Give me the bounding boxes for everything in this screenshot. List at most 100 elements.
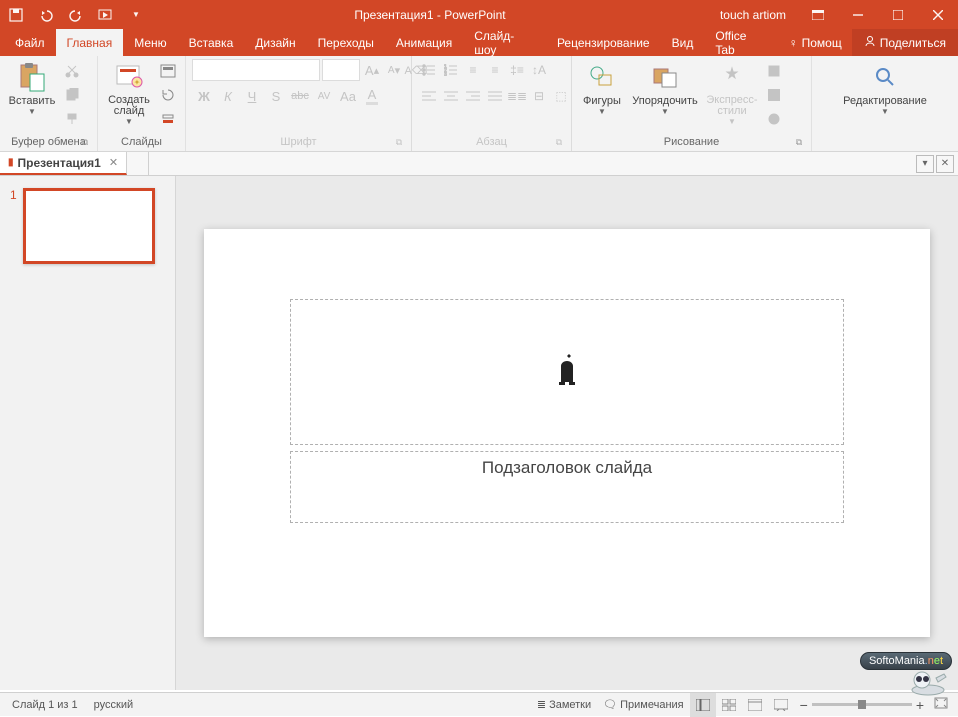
align-right-icon[interactable]	[462, 85, 484, 107]
increase-indent-icon[interactable]: ≡	[484, 59, 506, 81]
share-button[interactable]: Поделиться	[852, 29, 958, 56]
undo-icon[interactable]	[38, 7, 54, 23]
qat-dropdown-icon[interactable]: ▼	[128, 7, 144, 23]
powerpoint-file-icon: ▮	[8, 157, 14, 168]
search-icon	[869, 61, 901, 93]
line-spacing-icon[interactable]: ‡≡	[506, 59, 528, 81]
zoom-in-icon[interactable]: +	[916, 697, 924, 713]
close-tab-icon[interactable]: ✕	[109, 156, 118, 169]
tab-view[interactable]: Вид	[661, 29, 705, 56]
save-icon[interactable]	[8, 7, 24, 23]
underline-button[interactable]: Ч	[240, 85, 264, 107]
font-size-select[interactable]	[322, 59, 360, 81]
tab-slideshow[interactable]: Слайд-шоу	[463, 29, 546, 56]
paste-button[interactable]: Вставить ▼	[6, 59, 58, 116]
cut-icon[interactable]	[62, 61, 82, 81]
new-slide-button[interactable]: ✦ Создать слайд ▼	[104, 59, 154, 126]
align-center-icon[interactable]	[440, 85, 462, 107]
launcher-icon[interactable]: ⧉	[793, 135, 805, 147]
tab-insert[interactable]: Вставка	[178, 29, 245, 56]
reset-icon[interactable]	[158, 85, 178, 105]
shadow-button[interactable]: S	[264, 85, 288, 107]
launcher-icon[interactable]: ⧉	[393, 135, 405, 147]
smartart-icon[interactable]: ⬚	[550, 85, 572, 107]
user-name[interactable]: touch artiom	[708, 8, 798, 22]
copy-icon[interactable]	[62, 85, 82, 105]
window-title: Презентация1 - PowerPoint	[152, 8, 708, 22]
arrange-button[interactable]: Упорядочить▼	[630, 59, 700, 116]
minimize-icon[interactable]	[838, 0, 878, 29]
section-icon[interactable]	[158, 109, 178, 129]
char-spacing-button[interactable]: AV	[312, 85, 336, 107]
tab-file[interactable]: Файл	[4, 29, 56, 56]
align-text-icon[interactable]: ⊟	[528, 85, 550, 107]
ribbon: Вставить ▼ Буфер обмена⧉ ✦ Создать слайд…	[0, 56, 958, 152]
comments-button[interactable]: 🗨Примечания	[597, 698, 689, 711]
launcher-icon[interactable]: ⧉	[553, 135, 565, 147]
columns-icon[interactable]: ≣≣	[506, 85, 528, 107]
slide[interactable]: Подзаголовок слайда	[204, 229, 930, 637]
zoom-slider[interactable]	[812, 703, 912, 706]
change-case-button[interactable]: Aa	[336, 85, 360, 107]
bullets-icon[interactable]	[418, 59, 440, 81]
text-direction-icon[interactable]: ↕A	[528, 59, 550, 81]
paste-icon	[16, 61, 48, 93]
quick-styles-button[interactable]: Экспресс-стили▼	[704, 59, 760, 126]
font-family-select[interactable]	[192, 59, 320, 81]
lightbulb-icon: ♀	[789, 36, 798, 50]
format-painter-icon[interactable]	[62, 109, 82, 129]
tab-dropdown-icon[interactable]: ▾	[916, 155, 934, 173]
language-indicator[interactable]: русский	[86, 699, 141, 711]
normal-view-icon[interactable]	[690, 693, 716, 717]
slide-canvas-area: Подзаголовок слайда	[176, 176, 958, 690]
tab-menu[interactable]: Меню	[123, 29, 177, 56]
align-left-icon[interactable]	[418, 85, 440, 107]
close-icon[interactable]	[918, 0, 958, 29]
fit-to-window-icon[interactable]	[934, 697, 948, 712]
group-clipboard: Вставить ▼ Буфер обмена⧉	[0, 56, 98, 151]
strikethrough-button[interactable]: abc	[288, 85, 312, 107]
ribbon-tabs: Файл Главная Меню Вставка Дизайн Переход…	[0, 29, 958, 56]
grow-font-icon[interactable]: A▴	[362, 59, 382, 81]
tab-animation[interactable]: Анимация	[385, 29, 463, 56]
slideshow-view-icon[interactable]	[768, 693, 794, 717]
title-placeholder[interactable]	[290, 299, 844, 445]
slide-sorter-view-icon[interactable]	[716, 693, 742, 717]
subtitle-placeholder[interactable]: Подзаголовок слайда	[290, 451, 844, 523]
tab-home[interactable]: Главная	[56, 29, 124, 56]
shape-effects-icon[interactable]	[764, 109, 784, 129]
numbering-icon[interactable]: 123	[440, 59, 462, 81]
ribbon-display-options-icon[interactable]	[798, 0, 838, 29]
status-bar: Слайд 1 из 1 русский ≣Заметки 🗨Примечани…	[0, 692, 958, 716]
tab-design[interactable]: Дизайн	[244, 29, 306, 56]
justify-icon[interactable]	[484, 85, 506, 107]
shape-fill-icon[interactable]	[764, 61, 784, 81]
notes-button[interactable]: ≣Заметки	[531, 698, 597, 711]
launcher-icon[interactable]: ⧉	[79, 135, 91, 147]
tab-review[interactable]: Рецензирование	[546, 29, 661, 56]
reading-view-icon[interactable]	[742, 693, 768, 717]
zoom-out-icon[interactable]: −	[800, 697, 808, 713]
tab-officetab[interactable]: Office Tab	[704, 29, 778, 56]
tell-me-help[interactable]: ♀Помощ	[779, 29, 852, 56]
redo-icon[interactable]	[68, 7, 84, 23]
tab-transitions[interactable]: Переходы	[307, 29, 385, 56]
italic-button[interactable]: К	[216, 85, 240, 107]
maximize-icon[interactable]	[878, 0, 918, 29]
decrease-indent-icon[interactable]: ≡	[462, 59, 484, 81]
shape-outline-icon[interactable]	[764, 85, 784, 105]
document-tab[interactable]: ▮ Презентация1 ✕	[0, 152, 127, 175]
chevron-down-icon: ▼	[125, 117, 133, 126]
start-from-beginning-icon[interactable]	[98, 7, 114, 23]
group-font: A▴ A▾ A⌫ Ж К Ч S abc AV Aa A Шрифт⧉	[186, 56, 412, 151]
shrink-font-icon[interactable]: A▾	[384, 59, 404, 81]
layout-icon[interactable]	[158, 61, 178, 81]
slide-position[interactable]: Слайд 1 из 1	[4, 699, 86, 711]
new-tab-button[interactable]	[127, 152, 149, 175]
font-color-button[interactable]: A	[360, 85, 384, 107]
editing-button[interactable]: Редактирование▼	[837, 59, 933, 116]
tab-close-all-icon[interactable]: ✕	[936, 155, 954, 173]
slide-thumbnail[interactable]	[23, 188, 155, 264]
shapes-button[interactable]: Фигуры▼	[578, 59, 626, 116]
bold-button[interactable]: Ж	[192, 85, 216, 107]
